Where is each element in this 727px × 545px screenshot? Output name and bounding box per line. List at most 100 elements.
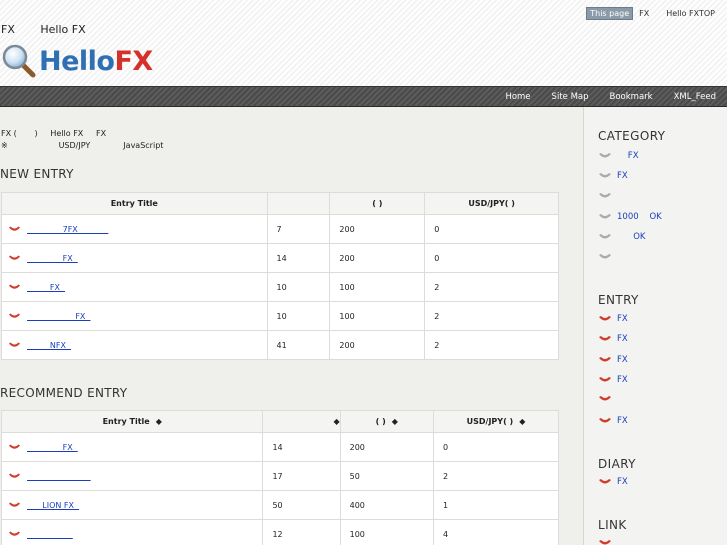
- col-2-label: ( ): [375, 417, 386, 426]
- cell-usdjpy: 2: [424, 301, 559, 331]
- nav-home[interactable]: Home: [505, 92, 530, 102]
- entry-title-link[interactable]: FX: [27, 443, 78, 452]
- logo-text: HelloFX: [39, 46, 153, 77]
- col-usdjpy-sortable[interactable]: USD/JPY( ) ◆: [432, 410, 560, 433]
- cell-2: 50: [339, 461, 434, 491]
- entry-title-cell: 7FX: [1, 214, 268, 244]
- entry-title-link[interactable]: FX: [27, 283, 65, 292]
- sidebar-category-item-label: OK: [617, 232, 646, 243]
- sidebar-category-item[interactable]: FX: [598, 151, 639, 161]
- sidebar-entry-item[interactable]: FX: [598, 375, 628, 385]
- arrow-icon: [599, 192, 611, 198]
- table-header-row: Entry Title ◆ ◆ ( ) ◆ USD/JPY( ) ◆: [0, 410, 560, 433]
- sidebar-category-item[interactable]: [598, 192, 617, 200]
- cell-usdjpy: 0: [432, 432, 560, 462]
- intro-line-1: FX ( ) Hello FX FX: [1, 129, 107, 138]
- sidebar-entry-item[interactable]: [598, 395, 617, 403]
- cell-1: 10: [266, 301, 331, 331]
- sidebar-entry-item[interactable]: FX: [598, 314, 628, 324]
- nav-xml-feed[interactable]: XML_Feed: [674, 92, 716, 102]
- arrow-icon: [599, 316, 611, 321]
- sidebar-entry-item-label: FX: [617, 415, 628, 426]
- arrow-icon: [9, 255, 20, 260]
- cell-usdjpy: 4: [432, 519, 560, 545]
- entry-title-link[interactable]: 7FX: [27, 225, 108, 234]
- nav-bookmark[interactable]: Bookmark: [610, 92, 653, 102]
- entry-title-cell: FX: [1, 243, 268, 273]
- cell-2: 200: [329, 330, 426, 360]
- entry-title-link[interactable]: NFX: [27, 341, 71, 350]
- entry-title-link[interactable]: FX: [27, 254, 78, 263]
- nav-site-map[interactable]: Site Map: [552, 92, 589, 102]
- table-row: 12 100 4: [0, 519, 560, 545]
- entry-title-cell: FX: [1, 272, 268, 302]
- site-header: This page FX Hello FXTOP FX Hello FX Hel…: [0, 0, 727, 86]
- col-entry-title-label: Entry Title: [102, 417, 150, 426]
- top-link-hello-fx-top[interactable]: Hello FXTOP: [666, 9, 715, 18]
- sidebar-category-item[interactable]: OK: [598, 232, 645, 242]
- col-entry-title-sortable[interactable]: Entry Title ◆: [0, 410, 264, 433]
- table-row: FX 10 100 2: [1, 301, 559, 331]
- cell-usdjpy: 2: [424, 330, 559, 360]
- logo-fx: FX: [114, 45, 153, 77]
- sidebar-entry-item[interactable]: FX: [598, 416, 628, 426]
- sidebar-category-item-label: FX: [617, 151, 639, 161]
- entry-title-cell: [0, 519, 264, 545]
- cell-1: 14: [262, 432, 341, 462]
- sidebar-entry-item[interactable]: FX: [598, 355, 628, 365]
- sidebar: CATEGORY FX FX 1000 OK OK ENTRY FX FX FX FX FX…: [583, 107, 727, 545]
- sidebar-category-item[interactable]: FX: [598, 171, 628, 181]
- sort-icon[interactable]: ◆: [156, 417, 162, 426]
- table-row: LION FX 50 400 1: [0, 490, 560, 520]
- sidebar-entry-item-label: FX: [617, 374, 628, 385]
- recommend-entry-table: Entry Title ◆ ◆ ( ) ◆ USD/JPY( ) ◆ FX 14 200…: [0, 410, 560, 545]
- arrow-icon: [599, 479, 611, 484]
- new-entry-heading: NEW ENTRY: [0, 167, 74, 181]
- sidebar-category-item[interactable]: 1000 OK: [598, 212, 662, 222]
- site-tagline: FX Hello FX: [1, 23, 108, 36]
- arrow-icon: [599, 213, 611, 219]
- cell-1: 10: [266, 272, 331, 302]
- site-logo[interactable]: HelloFX: [2, 44, 153, 78]
- top-link-fx[interactable]: FX: [639, 9, 649, 18]
- sidebar-entry-item-label: FX: [617, 314, 628, 324]
- entry-title-link[interactable]: FX: [27, 312, 90, 321]
- cell-2: 100: [329, 272, 426, 302]
- arrow-icon: [9, 342, 20, 347]
- cell-2: 200: [329, 214, 426, 244]
- sidebar-category-item-label: 1000 OK: [617, 211, 662, 222]
- sidebar-entry-item[interactable]: FX: [598, 334, 628, 344]
- cell-1: 7: [266, 214, 331, 244]
- sidebar-link-item[interactable]: [598, 539, 617, 545]
- col-usdjpy-label: USD/JPY( ): [466, 417, 514, 426]
- cell-usdjpy: 0: [424, 214, 559, 244]
- arrow-icon: [9, 473, 20, 478]
- arrow-icon: [9, 444, 20, 449]
- entry-title-link[interactable]: [27, 472, 91, 481]
- col-2-sortable[interactable]: ( ) ◆: [339, 410, 434, 433]
- cell-2: 200: [329, 243, 426, 273]
- cell-2: 200: [339, 432, 434, 462]
- table-row: FX 10 100 2: [1, 272, 559, 302]
- cell-usdjpy: 1: [432, 490, 560, 520]
- sort-icon[interactable]: ◆: [333, 417, 339, 426]
- cell-1: 50: [262, 490, 341, 520]
- arrow-icon: [599, 173, 611, 178]
- sidebar-category-item[interactable]: [598, 253, 617, 261]
- entry-title-link[interactable]: [27, 530, 73, 539]
- col-1-sortable[interactable]: ◆: [262, 410, 341, 433]
- entry-title-cell: NFX: [1, 330, 268, 360]
- sidebar-category-heading: CATEGORY: [598, 129, 666, 143]
- sort-icon[interactable]: ◆: [392, 417, 398, 426]
- sort-icon[interactable]: ◆: [519, 417, 525, 426]
- entry-title-cell: [0, 461, 264, 491]
- intro-line-2: ※ USD/JPY JavaScript: [1, 141, 164, 150]
- sidebar-diary-item-label: FX: [617, 477, 628, 487]
- cell-2: 400: [339, 490, 434, 520]
- top-links: This page FX Hello FXTOP: [586, 7, 715, 20]
- table-row: FX 14 200 0: [1, 243, 559, 273]
- sidebar-link-heading: LINK: [598, 518, 627, 532]
- entry-title-link[interactable]: LION FX: [27, 501, 79, 510]
- sidebar-diary-item[interactable]: FX: [598, 477, 628, 487]
- sidebar-entry-item-label: FX: [617, 354, 628, 365]
